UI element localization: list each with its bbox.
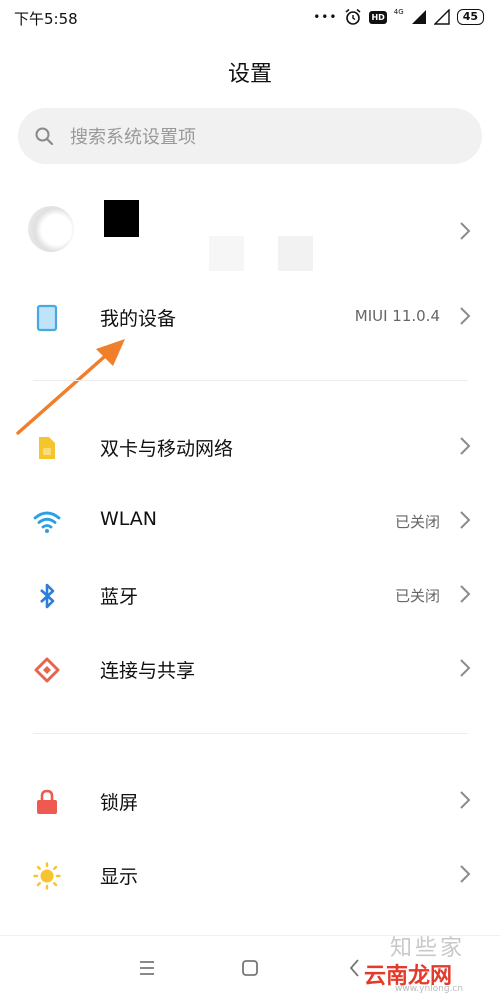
account-chevron-icon [460, 222, 471, 240]
my-device-label: 我的设备 [100, 308, 177, 330]
chevron-right-icon [460, 585, 471, 603]
chevron-right-icon [460, 307, 471, 325]
search-input[interactable]: 搜索系统设置项 [70, 123, 196, 149]
search-bar[interactable]: 搜索系统设置项 [18, 108, 482, 164]
notification-dots: ••• [313, 10, 338, 24]
sun-icon [33, 862, 61, 890]
avatar [28, 206, 74, 252]
wlan-row[interactable]: WLAN 已关闭 [0, 490, 500, 550]
chevron-right-icon [460, 865, 471, 883]
home-icon[interactable] [238, 956, 262, 980]
chevron-right-icon [460, 791, 471, 809]
menu-icon[interactable] [135, 956, 159, 980]
wifi-icon [33, 511, 61, 533]
display-label: 显示 [100, 866, 139, 888]
account-info-redacted-2 [278, 236, 313, 271]
chevron-right-icon [460, 659, 471, 677]
status-bar: 下午5:58 ••• HD 4G 45 [0, 0, 500, 34]
account-name-redacted [104, 200, 139, 237]
dual-sim-row[interactable]: 双卡与移动网络 [0, 416, 500, 476]
account-row[interactable] [0, 199, 500, 269]
lock-screen-row[interactable]: 锁屏 [0, 770, 500, 830]
page-title: 设置 [227, 62, 272, 87]
phone-icon [36, 304, 58, 332]
divider [33, 733, 468, 734]
lock-screen-label: 锁屏 [100, 792, 139, 814]
status-icons: ••• HD 4G 45 [313, 7, 484, 27]
lock-icon [37, 789, 57, 814]
search-icon [35, 127, 54, 146]
connection-sharing-label: 连接与共享 [100, 660, 196, 682]
wlan-status: 已关闭 [394, 513, 440, 531]
bluetooth-status: 已关闭 [394, 587, 440, 605]
divider [33, 380, 468, 381]
bluetooth-row[interactable]: 蓝牙 已关闭 [0, 564, 500, 624]
bluetooth-icon [40, 583, 55, 609]
chevron-right-icon [460, 437, 471, 455]
bluetooth-label: 蓝牙 [100, 586, 139, 608]
connection-sharing-row[interactable]: 连接与共享 [0, 638, 500, 698]
my-device-version: MIUI 11.0.4 [354, 307, 440, 325]
sim-icon [39, 437, 55, 459]
share-icon [34, 657, 60, 683]
alarm-icon [345, 8, 361, 25]
dual-sim-label: 双卡与移动网络 [100, 438, 234, 460]
signal-icon [411, 10, 426, 24]
chevron-right-icon [460, 511, 471, 529]
battery-level: 45 [456, 9, 484, 25]
signal-icon-2 [433, 9, 450, 25]
status-time: 下午5:58 [14, 10, 78, 28]
display-row[interactable]: 显示 [0, 844, 500, 904]
wlan-label: WLAN [100, 508, 158, 530]
network-type: 4G [393, 8, 404, 16]
account-info-redacted [209, 236, 244, 271]
watermark-url: www.ynlong.cn [395, 984, 464, 994]
hd-badge: HD [369, 10, 387, 24]
